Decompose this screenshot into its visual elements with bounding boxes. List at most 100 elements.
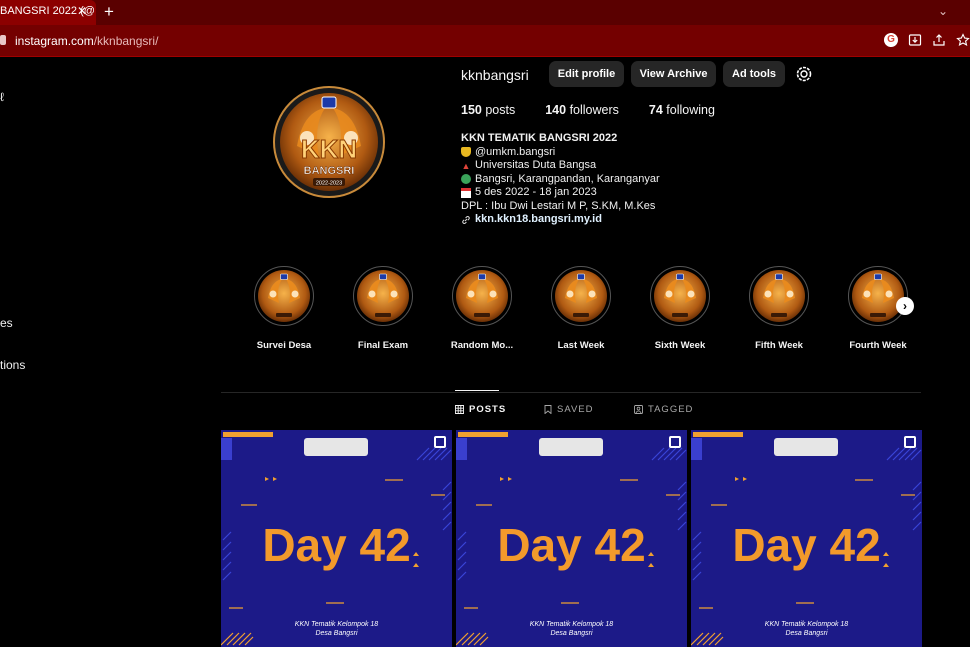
highlight-item[interactable]: Random Mo... xyxy=(442,266,522,351)
nav-item-messages-fragment[interactable]: es xyxy=(0,316,13,330)
highlight-item[interactable]: Survei Desa xyxy=(244,266,324,351)
tab-posts[interactable]: POSTS xyxy=(455,404,506,415)
highlight-label: Fourth Week xyxy=(849,340,907,351)
post-title: Day 42 xyxy=(497,519,646,571)
highlight-label: Fifth Week xyxy=(755,340,803,351)
highlight-label: Sixth Week xyxy=(654,340,706,351)
url-host: instagram.com xyxy=(15,34,94,48)
followers-label: followers xyxy=(569,103,619,117)
post-logo-strip xyxy=(539,438,603,456)
bio-line-5: DPL : Ibu Dwi Lestari M P, S.KM, M.Kes xyxy=(461,199,656,212)
post-caption-line-1: KKN Tematik Kelompok 18 xyxy=(764,621,849,628)
bio-line-4: 5 des 2022 - 18 jan 2023 xyxy=(475,186,597,198)
calendar-emoji-icon xyxy=(461,187,471,198)
post-accent-block xyxy=(691,438,702,460)
tab-search-icon[interactable]: ⌄ xyxy=(938,4,948,18)
bookmark-icon xyxy=(544,405,552,414)
followers-count: 140 xyxy=(545,103,567,117)
highlight-item[interactable]: Sixth Week xyxy=(640,266,720,351)
highlight-label: Survei Desa xyxy=(256,340,312,351)
ad-tools-button[interactable]: Ad tools xyxy=(723,61,785,87)
posts-count: 150 xyxy=(461,103,482,117)
bookmark-star-icon[interactable] xyxy=(956,33,970,47)
post-thumbnail[interactable]: Day 42 KKN Tematik Kelompok 18 Desa Bangsr… xyxy=(456,430,687,647)
post-thumbnail[interactable]: Day 42 KKN Tematik Kelompok 18 Desa Bangsr… xyxy=(221,430,452,647)
highlight-cover xyxy=(254,266,314,326)
bio-link[interactable]: kkn.kkn18.bangsri.my.id xyxy=(475,213,602,227)
post-accent-bar xyxy=(693,432,743,437)
shield-emoji-icon xyxy=(461,147,471,158)
highlight-cover xyxy=(848,266,908,326)
post-accent-block xyxy=(456,438,467,460)
bio-line-1: @umkm.bangsri xyxy=(475,145,556,158)
post-accent-bar xyxy=(223,432,273,437)
link-icon xyxy=(461,215,471,225)
globe-emoji-icon xyxy=(461,174,471,185)
posts-label: posts xyxy=(485,103,516,117)
following-label: following xyxy=(666,103,715,117)
carousel-icon xyxy=(669,436,681,448)
highlight-item[interactable]: Final Exam xyxy=(343,266,423,351)
url-field[interactable]: instagram.com/kknbangsri/ xyxy=(15,34,158,48)
settings-gear-icon[interactable] xyxy=(795,65,813,83)
grid-icon xyxy=(455,405,464,414)
profile-username: kknbangsri xyxy=(461,67,529,83)
avatar-logo-text: KKN xyxy=(301,134,357,164)
avatar-logo-sub: BANGSRI xyxy=(304,165,355,177)
post-title: Day 42 xyxy=(732,519,881,571)
post-logo-strip xyxy=(304,438,368,456)
highlight-label: Last Week xyxy=(557,340,605,351)
nav-item-fragment[interactable]: ℓ xyxy=(0,90,4,104)
highlight-item[interactable]: Last Week xyxy=(541,266,621,351)
carousel-icon xyxy=(904,436,916,448)
posts-stat: 150 posts xyxy=(461,103,515,117)
post-caption-line-1: KKN Tematik Kelompok 18 xyxy=(294,621,379,628)
highlight-cover xyxy=(353,266,413,326)
highlight-cover xyxy=(452,266,512,326)
post-caption: KKN Tematik Kelompok 18 Desa Bangsri xyxy=(221,620,452,638)
post-thumbnail[interactable]: Day 42 KKN Tematik Kelompok 18 Desa Bangsr… xyxy=(691,430,922,647)
profile-stats: 150 posts 140 followers 74 following xyxy=(461,103,715,117)
post-accent-block xyxy=(221,438,232,460)
nav-item-notifications-fragment[interactable]: tions xyxy=(0,358,25,372)
post-caption: KKN Tematik Kelompok 18 Desa Bangsri xyxy=(456,620,687,638)
followers-stat[interactable]: 140 followers xyxy=(545,103,619,117)
tab-tagged[interactable]: TAGGED xyxy=(634,404,693,415)
site-info-icon[interactable] xyxy=(0,35,6,45)
post-caption-line-1: KKN Tematik Kelompok 18 xyxy=(529,621,614,628)
edit-profile-button[interactable]: Edit profile xyxy=(549,61,624,87)
post-logo-strip xyxy=(774,438,838,456)
tag-person-icon xyxy=(634,405,643,414)
tab-tagged-label: TAGGED xyxy=(648,404,694,415)
address-bar: instagram.com/kknbangsri/ G xyxy=(0,25,970,57)
tabs-divider xyxy=(221,392,921,393)
tab-saved[interactable]: SAVED xyxy=(544,404,594,415)
highlight-label: Random Mo... xyxy=(450,340,514,351)
avatar-logo-year: 2022-2023 xyxy=(316,181,342,187)
url-path: /kknbangsri/ xyxy=(93,34,159,48)
profile-avatar[interactable]: KKN BANGSRI 2022-2023 xyxy=(273,86,385,198)
google-lens-icon[interactable]: G xyxy=(884,33,898,47)
tab-posts-label: POSTS xyxy=(469,404,507,415)
post-caption-line-2: Desa Bangsri xyxy=(785,630,828,637)
chevron-right-icon[interactable]: › xyxy=(896,297,914,315)
post-caption: KKN Tematik Kelompok 18 Desa Bangsri xyxy=(691,620,922,638)
highlight-item[interactable]: Fifth Week xyxy=(739,266,819,351)
highlight-cover xyxy=(551,266,611,326)
install-app-icon[interactable] xyxy=(908,33,922,47)
following-stat[interactable]: 74 following xyxy=(649,103,715,117)
bio-name: KKN TEMATIK BANGSRI 2022 xyxy=(461,132,618,144)
post-caption-line-2: Desa Bangsri xyxy=(550,630,593,637)
post-title: Day 42 xyxy=(262,519,411,571)
browser-action-icons: G xyxy=(884,33,970,49)
highlight-label: Final Exam xyxy=(357,340,409,351)
post-caption-line-2: Desa Bangsri xyxy=(315,630,358,637)
browser-tab[interactable]: BANGSRI 2022 (@ ✕ xyxy=(0,0,96,25)
share-icon[interactable] xyxy=(932,33,946,47)
school-emoji-icon: ▲ xyxy=(461,160,471,171)
post-accent-bar xyxy=(458,432,508,437)
view-archive-button[interactable]: View Archive xyxy=(631,61,716,87)
close-tab-icon[interactable]: ✕ xyxy=(77,4,87,18)
new-tab-icon[interactable]: + xyxy=(104,2,114,22)
highlight-cover xyxy=(650,266,710,326)
